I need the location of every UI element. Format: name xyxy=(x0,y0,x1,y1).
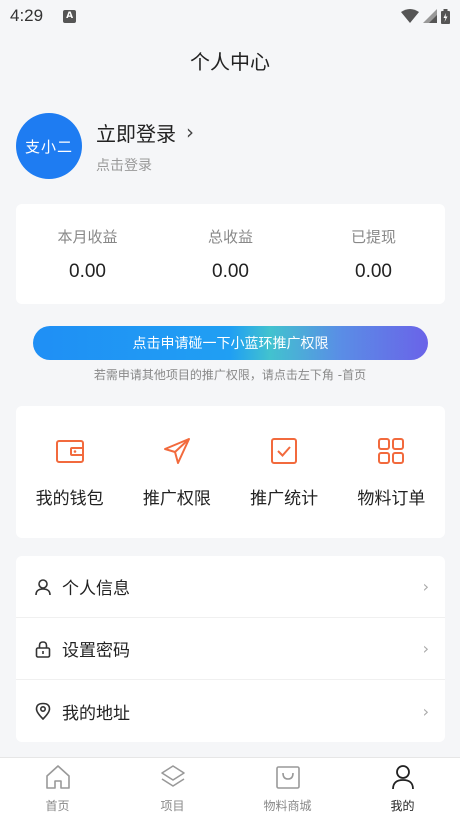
menu-item-set-password[interactable]: 设置密码 › xyxy=(16,618,445,680)
func-material-orders[interactable]: 物料订单 xyxy=(341,436,441,509)
apply-promotion-button[interactable]: 点击申请碰一下小蓝环推广权限 xyxy=(33,326,428,360)
earnings-card: 本月收益 0.00 总收益 0.00 已提现 0.00 xyxy=(16,204,445,304)
func-promotion-permission[interactable]: 推广权限 xyxy=(127,436,227,509)
tab-label: 首页 xyxy=(45,799,70,813)
func-promotion-stats[interactable]: 推广统计 xyxy=(234,436,334,509)
tab-material-store[interactable]: 物料商城 xyxy=(238,763,338,814)
earnings-label: 已提现 xyxy=(350,227,396,246)
func-label: 我的钱包 xyxy=(35,488,104,509)
status-bar: 4:29 A xyxy=(0,0,460,32)
earnings-monthly: 本月收益 0.00 xyxy=(23,226,153,283)
login-subtitle: 点击登录 xyxy=(96,157,152,174)
earnings-label: 本月收益 xyxy=(57,227,118,246)
tab-home[interactable]: 首页 xyxy=(8,763,108,814)
person-icon xyxy=(391,765,414,790)
tab-projects[interactable]: 项目 xyxy=(123,763,223,814)
tab-label: 我的 xyxy=(390,799,415,813)
status-icons xyxy=(401,8,450,24)
menu-item-my-address[interactable]: 我的地址 › xyxy=(16,680,445,742)
battery-icon xyxy=(441,8,450,24)
earnings-withdrawn: 已提现 0.00 xyxy=(309,226,439,283)
paper-plane-icon xyxy=(163,437,190,464)
func-label: 物料订单 xyxy=(357,488,426,509)
earnings-value: 0.00 xyxy=(69,260,106,282)
home-icon xyxy=(45,765,70,789)
function-grid: 我的钱包 推广权限 推广统计 物料订单 xyxy=(16,406,445,538)
shopping-bag-icon xyxy=(275,766,300,789)
signal-icon xyxy=(423,9,437,23)
menu-label: 个人信息 xyxy=(62,579,130,599)
tab-mine[interactable]: 我的 xyxy=(353,763,453,814)
chevron-right-icon: › xyxy=(186,120,194,144)
settings-menu: 个人信息 › 设置密码 › 我的地址 › xyxy=(16,556,445,742)
earnings-total: 总收益 0.00 xyxy=(166,226,296,283)
layers-icon xyxy=(160,765,185,787)
tab-label: 项目 xyxy=(160,799,185,813)
chevron-right-icon: › xyxy=(422,639,429,658)
earnings-value: 0.00 xyxy=(212,260,249,282)
bottom-tabbar: 首页 项目 物料商城 我的 xyxy=(0,757,460,819)
user-icon xyxy=(35,578,51,595)
earnings-value: 0.00 xyxy=(355,260,392,282)
notification-badge-icon: A xyxy=(63,9,77,23)
login-title[interactable]: 立即登录 xyxy=(96,118,176,147)
func-label: 推广统计 xyxy=(250,488,319,509)
profile-login[interactable]: 支小二 立即登录 › 点击登录 xyxy=(16,112,444,180)
wallet-icon xyxy=(55,439,84,463)
menu-item-personal-info[interactable]: 个人信息 › xyxy=(16,556,445,618)
wifi-icon xyxy=(401,9,419,23)
status-time: 4:29 xyxy=(10,6,44,25)
menu-label: 设置密码 xyxy=(62,641,130,661)
chevron-right-icon: › xyxy=(422,701,429,721)
grid-icon xyxy=(378,437,405,464)
func-label: 推广权限 xyxy=(142,488,211,509)
avatar[interactable]: 支小二 xyxy=(16,113,82,179)
login-line[interactable]: 立即登录 › xyxy=(96,118,194,147)
chevron-right-icon: › xyxy=(422,577,429,596)
page-title: 个人中心 xyxy=(190,49,270,74)
tab-label: 物料商城 xyxy=(263,799,312,813)
checkbox-icon xyxy=(271,437,298,464)
promo-note: 若需申请其他项目的推广权限，请点击左下角 -首页 xyxy=(93,368,367,382)
profile-text: 立即登录 › 点击登录 xyxy=(96,118,194,175)
location-pin-icon xyxy=(35,702,51,720)
earnings-label: 总收益 xyxy=(207,227,253,246)
lock-icon xyxy=(35,640,51,658)
func-my-wallet[interactable]: 我的钱包 xyxy=(20,436,120,509)
menu-label: 我的地址 xyxy=(62,703,130,724)
